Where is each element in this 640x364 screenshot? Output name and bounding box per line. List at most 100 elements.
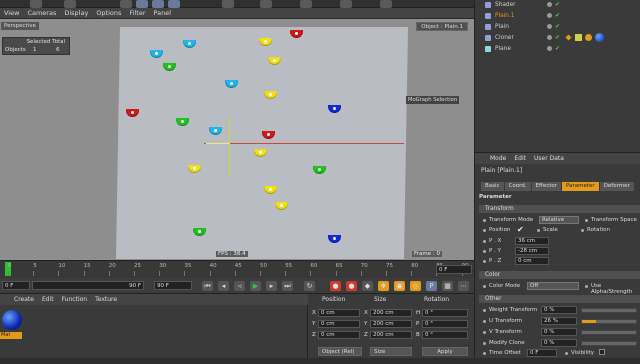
tool-button[interactable] — [64, 0, 76, 8]
tool-button[interactable] — [340, 0, 352, 8]
end-frame-field[interactable]: 90 F — [154, 281, 192, 290]
v-transform-field[interactable]: 0 % — [541, 328, 577, 336]
tab-deformer[interactable]: Deformer — [599, 182, 634, 191]
menu-texture[interactable]: Texture — [95, 296, 117, 303]
apply-button[interactable]: Apply — [422, 347, 468, 356]
preview-range-slider[interactable]: 90 F — [32, 281, 144, 290]
tool-button[interactable] — [222, 0, 234, 8]
pos-y-field[interactable]: 0 cm — [318, 320, 360, 328]
menu-view[interactable]: View — [4, 9, 19, 17]
other-section[interactable]: Other — [479, 295, 640, 303]
pla-key-button[interactable]: ▦ — [442, 281, 453, 291]
size-mode-select[interactable]: Size — [370, 347, 412, 356]
play-button[interactable]: ▶ — [250, 281, 261, 291]
tool-button[interactable] — [168, 0, 180, 8]
menu-user-data[interactable]: User Data — [534, 155, 564, 162]
menu-create[interactable]: Create — [14, 296, 34, 303]
enabled-check[interactable]: ✔ — [555, 2, 560, 8]
tab-basic[interactable]: Basic — [481, 182, 504, 191]
visibility-dot[interactable] — [547, 2, 552, 7]
move-key-button[interactable]: ✥ — [378, 281, 389, 291]
size-x-field[interactable]: 200 cm — [370, 309, 412, 317]
enabled-check[interactable]: ✔ — [555, 46, 560, 52]
color-section[interactable]: Color — [479, 271, 640, 279]
pos-x-field[interactable]: 0 cm — [318, 309, 360, 317]
menu-function[interactable]: Function — [62, 296, 88, 303]
visibility-dot[interactable] — [547, 24, 552, 29]
step-back-button[interactable]: ◂ — [218, 281, 229, 291]
menu-options[interactable]: Options — [96, 9, 121, 17]
step-forward-button[interactable]: ▸ — [266, 281, 277, 291]
param-key-button[interactable]: P — [426, 281, 437, 291]
enabled-check[interactable]: ✔ — [555, 13, 560, 19]
v-transform-slider[interactable] — [581, 330, 637, 335]
visibility-dot[interactable] — [547, 46, 552, 51]
object-row-cloner[interactable]: Cloner ✔ — [475, 33, 640, 43]
tool-button[interactable] — [260, 0, 272, 8]
visibility-dot[interactable] — [547, 35, 552, 40]
start-frame-field[interactable]: 0 F — [2, 281, 30, 290]
size-y-field[interactable]: 200 cm — [370, 320, 412, 328]
enabled-check[interactable]: ✔ — [555, 35, 560, 41]
menu-edit[interactable]: Edit — [514, 155, 526, 162]
object-row-plain[interactable]: Plain ✔ — [475, 22, 640, 32]
transform-section[interactable]: Transform — [479, 205, 640, 213]
menu-cameras[interactable]: Cameras — [27, 9, 56, 17]
tool-button[interactable] — [380, 0, 392, 8]
size-z-field[interactable]: 200 cm — [370, 331, 412, 339]
rot-b-field[interactable]: 0 ° — [422, 331, 468, 339]
u-transform-field[interactable]: 26 % — [541, 317, 577, 325]
tool-button[interactable] — [136, 0, 148, 8]
autokey-button[interactable]: ● — [346, 281, 357, 291]
tool-button[interactable] — [120, 0, 132, 8]
loop-button[interactable]: ↻ — [304, 281, 315, 291]
material-preview[interactable] — [2, 310, 22, 330]
modify-clone-slider[interactable] — [581, 341, 637, 346]
enabled-check[interactable]: ✔ — [555, 24, 560, 30]
3d-viewport[interactable]: Perspective Object : Plain.1 Selected To… — [0, 19, 474, 260]
tool-button[interactable] — [152, 0, 164, 8]
tab-effector[interactable]: Effector — [531, 182, 562, 191]
go-to-start-button[interactable]: ⏮ — [202, 281, 213, 291]
tool-button[interactable] — [30, 0, 42, 8]
axis-handle[interactable] — [206, 143, 230, 144]
current-frame-field[interactable]: 0 F — [436, 265, 472, 274]
go-to-end-button[interactable]: ⏭ — [282, 281, 293, 291]
menu-edit[interactable]: Edit — [42, 296, 54, 303]
rotate-key-button[interactable]: ◎ — [410, 281, 421, 291]
weight-field[interactable]: 0 % — [541, 306, 577, 314]
visibility-checkbox[interactable] — [599, 349, 605, 355]
object-row-shader[interactable]: Shader ✔ — [475, 0, 640, 10]
coordinate-mode-select[interactable]: Object (Rel) — [318, 347, 362, 356]
modify-clone-field[interactable]: 0 % — [541, 339, 577, 347]
menu-panel[interactable]: Panel — [154, 9, 172, 17]
tab-coord[interactable]: Coord. — [504, 182, 531, 191]
tool-button[interactable] — [300, 0, 312, 8]
u-transform-slider[interactable] — [581, 319, 637, 324]
timeline[interactable]: 051015202530354045505560657075808590 0 F — [0, 260, 474, 278]
object-row-plane[interactable]: Plane ✔ — [475, 44, 640, 54]
position-checkbox[interactable]: ✔ — [517, 225, 524, 234]
menu-filter[interactable]: Filter — [129, 9, 145, 17]
menu-display[interactable]: Display — [64, 9, 88, 17]
tab-parameter[interactable]: Parameter — [562, 182, 599, 191]
play-back-button[interactable]: ◃ — [234, 281, 245, 291]
py-field[interactable]: -28 cm — [515, 247, 549, 255]
time-offset-field[interactable]: 0 F — [527, 349, 557, 357]
record-button[interactable]: ● — [330, 281, 341, 291]
transform-mode-select[interactable]: Relative — [539, 216, 579, 224]
weight-slider[interactable] — [581, 308, 637, 313]
pz-field[interactable]: 0 cm — [515, 257, 549, 265]
color-mode-select[interactable]: Off — [527, 282, 579, 290]
pos-z-field[interactable]: 0 cm — [318, 331, 360, 339]
tag-icon[interactable] — [585, 34, 592, 41]
tag-icon[interactable] — [565, 34, 572, 41]
visibility-dot[interactable] — [547, 13, 552, 18]
options-button[interactable]: ⋯ — [458, 281, 469, 291]
material-tag-icon[interactable] — [595, 33, 604, 42]
px-field[interactable]: 36 cm — [515, 237, 549, 245]
rot-h-field[interactable]: 0 ° — [422, 309, 468, 317]
menu-mode[interactable]: Mode — [490, 155, 506, 162]
object-row-plain1[interactable]: Plain.1 ✔ — [475, 11, 640, 21]
keyframe-button[interactable]: ◆ — [362, 281, 373, 291]
